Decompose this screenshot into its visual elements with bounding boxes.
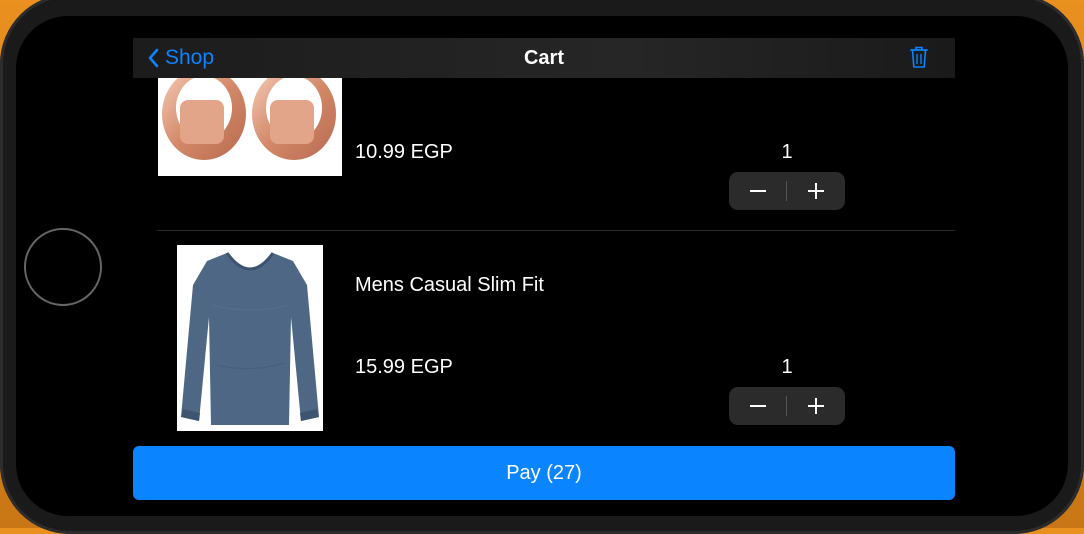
cart-list[interactable]: 10.99 EGP 1 Mens Casual Slim Fit 15.99 E… — [133, 78, 955, 444]
increment-button[interactable] — [787, 387, 845, 425]
delete-button[interactable] — [909, 45, 929, 74]
quantity-stepper — [729, 172, 845, 210]
product-image-rings — [158, 78, 342, 176]
pay-label: Pay (27) — [506, 461, 582, 484]
plus-icon — [808, 183, 824, 199]
increment-button[interactable] — [787, 172, 845, 210]
minus-icon — [750, 190, 766, 192]
item-quantity: 1 — [781, 141, 793, 163]
plus-icon — [808, 398, 824, 414]
item-name: Mens Casual Slim Fit — [355, 274, 544, 296]
home-button[interactable] — [24, 228, 102, 306]
navigation-bar: Shop Cart — [133, 38, 955, 78]
pay-button[interactable]: Pay (27) — [133, 446, 955, 500]
product-image-shirt — [177, 245, 323, 431]
item-quantity: 1 — [781, 356, 793, 378]
trash-icon — [910, 46, 928, 68]
decrement-button[interactable] — [729, 172, 787, 210]
minus-icon — [750, 405, 766, 407]
item-price: 10.99 EGP — [355, 141, 453, 163]
item-divider — [157, 230, 955, 231]
item-price: 15.99 EGP — [355, 356, 453, 378]
decrement-button[interactable] — [729, 387, 787, 425]
page-title: Cart — [523, 47, 564, 69]
quantity-stepper — [729, 387, 845, 425]
